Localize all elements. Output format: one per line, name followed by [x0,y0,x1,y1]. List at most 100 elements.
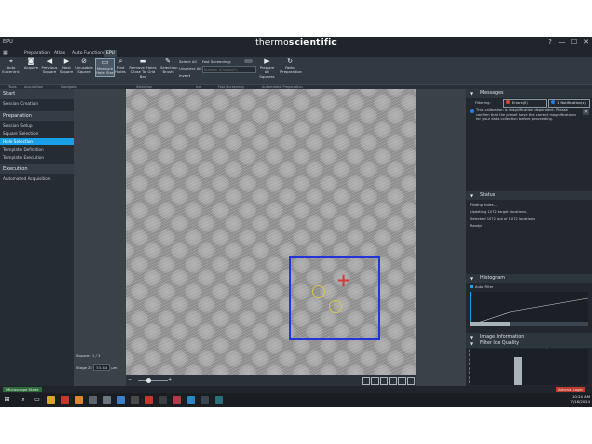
find-icon: ⌕ [118,57,123,65]
selection-brush-button[interactable]: ✎ Selection Brush [160,58,178,75]
sidebar-item-square-selection[interactable]: Square Selection [0,130,74,137]
notification-message: This calibration is magnification depend… [476,108,576,122]
stage-z-readout: Stage Z: 53.44 µm [76,364,118,371]
auto-eucentric-icon: ⌖ [9,57,13,65]
taskbar-app-icon[interactable] [75,396,83,404]
workflow-sidebar: Start Session Creation Preparation Sessi… [0,89,74,386]
auto-eucentric-button[interactable]: ⌖ Auto Eucentric [2,58,20,75]
prepare-all-squares-button[interactable]: ▶ Prepare all Squares [258,58,276,79]
sidebar-item-hole-selection[interactable]: Hole Selection [0,138,74,145]
ice-quality-histogram[interactable] [470,349,588,385]
close-icon[interactable]: ✕ [581,38,591,46]
find-holes-button[interactable]: ⌕ Find Holes [114,58,127,75]
taskbar-app-icon[interactable] [159,396,167,404]
view-tool-icon[interactable] [389,377,397,385]
fast-screening-toggle[interactable] [244,59,253,63]
chevron-down-icon: ▼ [470,91,474,96]
athena-login-button[interactable]: Athena Login [556,387,585,392]
filter-ice-quality-header[interactable]: ▼ Filter Ice Quality [466,340,592,348]
zoom-slider[interactable] [138,380,168,381]
zoom-in-button[interactable]: + [168,377,172,383]
chevron-down-icon: ▼ [470,276,474,281]
view-tool-icon[interactable] [407,377,415,385]
sidebar-item-automated-acquisition[interactable]: Automated Acquisition [0,175,74,182]
sidebar-item-session-setup[interactable]: Session Setup [0,122,74,129]
remove-icon: ▬ [139,57,147,65]
sidebar-item-session-creation[interactable]: Session Creation [0,100,74,107]
status-header[interactable]: ▼ Status [466,191,592,200]
taskbar-app-icon[interactable] [201,396,209,404]
number-of-holes-field[interactable] [202,66,256,73]
taskbar-app-icon[interactable] [187,396,195,404]
select-all-link[interactable]: Select All [179,59,197,64]
tab-preparation[interactable]: Preparation [22,50,52,57]
sidebar-section-execution: Execution [0,164,74,174]
sidebar-section-preparation: Preparation [0,111,74,121]
notifications-filter-badge[interactable]: 1 Notification(s) [548,99,590,108]
stage-z-value[interactable]: 53.44 [93,364,111,371]
sidebar-item-template-execution[interactable]: Template Execution [0,154,74,161]
next-square-button[interactable]: ▶ Next Square [59,58,74,75]
previous-square-button[interactable]: ◀ Previous Square [41,58,58,75]
selection-square-annotation [289,256,380,340]
unusable-square-button[interactable]: ⊘ Unusable Square [75,58,93,75]
image-viewer: + Square: 1 / 3 Stage Z: 53.44 µm − + [74,89,466,386]
unselect-all-link[interactable]: Unselect All [179,66,201,71]
view-tool-icon[interactable] [380,377,388,385]
start-icon[interactable]: ⊞ [3,396,11,404]
system-clock[interactable]: 10:24 AM 7/18/2024 [571,394,590,404]
title-bar: EPU thermoscientific ? — ☐ ✕ [0,37,592,49]
grid-square-image[interactable]: + [126,89,416,375]
search-icon[interactable]: ⌕ [19,396,27,404]
zoom-out-button[interactable]: − [128,377,132,383]
histogram-plot[interactable] [469,292,589,326]
tab-auto-functions[interactable]: Auto Functions [70,50,107,57]
taskbar-app-icon[interactable] [103,396,111,404]
zoom-slider-handle[interactable] [146,378,151,383]
minimize-icon[interactable]: — [557,38,567,46]
tab-epu[interactable]: EPU [104,50,117,57]
arrow-right-icon: ▶ [63,57,70,65]
histogram-header[interactable]: ▼ Histogram [466,274,592,283]
errors-filter-badge[interactable]: Errors(0) [503,99,547,108]
taskbar-app-icon[interactable] [145,396,153,404]
windows-taskbar: ⊞ ⌕ ▭ 10:24 AM 7/18/2024 [0,393,592,407]
sidebar-item-template-definition[interactable]: Template Definition [0,146,74,153]
view-tool-icon[interactable] [362,377,370,385]
taskbar-app-icon[interactable] [117,396,125,404]
messages-header[interactable]: ▼ Messages [466,89,592,98]
help-icon[interactable]: ? [545,38,555,46]
view-tool-icon[interactable] [371,377,379,385]
file-explorer-icon[interactable] [47,396,55,404]
dismiss-notification-icon[interactable]: ✕ [583,109,589,115]
remove-holes-close-to-grid-bar-button[interactable]: ▬ Remove Holes Close To Grid Bar [128,58,158,79]
task-view-icon[interactable]: ▭ [33,396,41,404]
filtering-label: Filtering: [475,101,491,105]
taskbar-app-icon[interactable] [173,396,181,404]
acquire-button[interactable]: ◙ Acquire [23,58,39,70]
square-counter: Square: 1 / 3 [76,353,101,358]
invert-link[interactable]: Invert [179,73,190,78]
view-tool-icon[interactable] [398,377,406,385]
taskbar-app-icon[interactable] [131,396,139,404]
fast-screening-label: Fast Screening: [202,59,232,64]
redo-preparation-button[interactable]: ↻ Redo Preparation [280,58,302,75]
crosshair-icon: + [336,270,352,291]
taskbar-app-icon[interactable] [89,396,97,404]
taskbar-app-icon[interactable] [61,396,69,404]
play-icon: ▶ [264,57,270,65]
microscope-state-button[interactable]: Microscope State [3,387,42,392]
arrow-left-icon: ◀ [46,57,53,65]
auto-filter-toggle[interactable]: Auto Filter [470,285,493,289]
hole-marker[interactable] [329,300,342,313]
measure-icon: ▭ [101,58,109,66]
measure-hole-size-button[interactable]: ▭ Measure Hole Size [95,58,115,77]
tab-atlas[interactable]: Atlas [52,50,67,57]
app-menu-icon[interactable]: ▦ [3,50,8,56]
histogram-curve [469,292,589,326]
taskbar-app-icon[interactable] [215,396,223,404]
maximize-icon[interactable]: ☐ [569,38,579,46]
ribbon-toolbar: ⌖ Auto Eucentric ◙ Acquire ◀ Previous Squar… [0,57,592,84]
hole-marker[interactable] [312,285,325,298]
chevron-down-icon: ▼ [470,341,474,346]
